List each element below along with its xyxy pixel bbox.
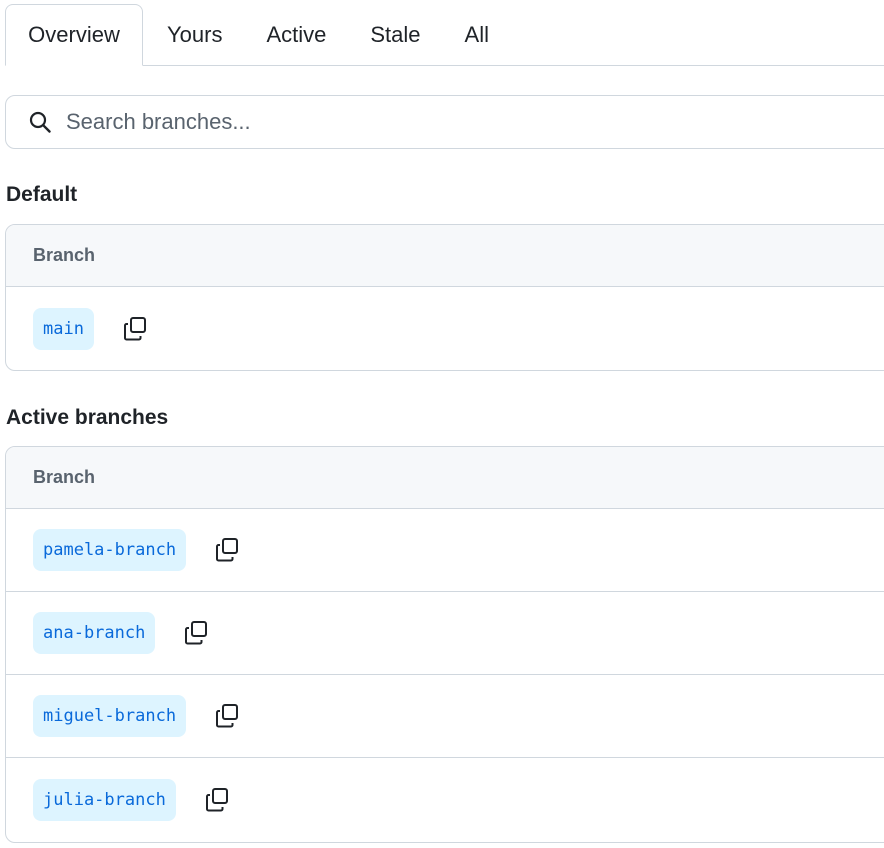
active-section-title: Active branches (6, 406, 169, 429)
copy-icon (216, 538, 239, 562)
table-row: julia-branch (6, 758, 884, 841)
tab-stale[interactable]: Stale (348, 4, 442, 65)
branch-name-miguel-branch[interactable]: miguel-branch (33, 695, 187, 737)
active-column-header: Branch (6, 447, 884, 509)
copy-icon (123, 316, 146, 340)
table-row: miguel-branch (6, 675, 884, 758)
branches-page: Overview Yours Active Stale All Default … (0, 0, 884, 848)
tab-yours[interactable]: Yours (143, 4, 244, 65)
copy-icon (185, 621, 208, 645)
branch-name-main[interactable]: main (33, 307, 94, 350)
search-input[interactable] (66, 109, 766, 135)
active-branches-table: Branch pamela-branch ana-branch miguel-b… (5, 446, 884, 843)
tab-all[interactable]: All (443, 4, 511, 65)
table-row: main (6, 287, 884, 370)
copy-branch-name-button[interactable] (200, 783, 234, 817)
default-section-title: Default (6, 183, 78, 206)
branch-filter-tabs: Overview Yours Active Stale All (5, 4, 884, 66)
table-row: ana-branch (6, 592, 884, 675)
tab-overview[interactable]: Overview (5, 4, 143, 66)
default-column-header: Branch (6, 225, 884, 287)
search-icon (29, 111, 51, 133)
branch-name-julia-branch[interactable]: julia-branch (33, 778, 176, 821)
copy-branch-name-button[interactable] (118, 312, 152, 346)
copy-icon (205, 787, 228, 811)
table-row: pamela-branch (6, 509, 884, 592)
copy-branch-name-button[interactable] (210, 533, 244, 567)
copy-icon (216, 704, 239, 728)
copy-branch-name-button[interactable] (210, 699, 244, 733)
branch-name-pamela-branch[interactable]: pamela-branch (33, 529, 187, 571)
branch-name-ana-branch[interactable]: ana-branch (33, 612, 156, 654)
search-box[interactable] (5, 95, 884, 149)
default-branches-table: Branch main (5, 224, 884, 371)
tab-active[interactable]: Active (244, 4, 348, 65)
copy-branch-name-button[interactable] (179, 616, 213, 650)
